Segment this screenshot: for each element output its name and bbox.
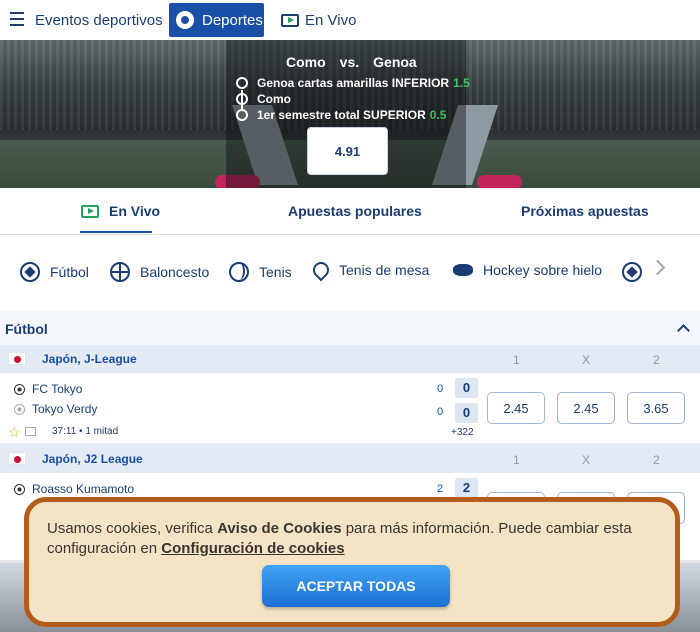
basketball-icon [110, 262, 130, 282]
more-markets-link[interactable]: +322 [451, 427, 474, 438]
banner-match-title: Como vs. Genoa [286, 54, 431, 70]
soccer-ball-icon [20, 262, 40, 282]
tab-en-vivo[interactable]: En Vivo [81, 203, 160, 219]
sport-label: Tenis [259, 264, 292, 280]
top-navigation: Eventos deportivos Deportes En Vivo [0, 0, 700, 40]
soccer-ball-icon [14, 483, 25, 495]
sport-tenis[interactable]: Tenis [229, 262, 292, 282]
team-name: FC Tokyo [32, 382, 83, 396]
team-name: Tokyo Verdy [32, 402, 98, 416]
banner-selection: Genoa cartas amarillas INFERIOR 1.5 [236, 76, 470, 90]
home-score: 2 [437, 483, 444, 495]
column-1-label: 1 [513, 453, 520, 467]
cookie-banner: Usamos cookies, verifica Aviso de Cookie… [24, 497, 680, 627]
match-time: 37:11 • 1 mitad [52, 426, 119, 437]
section-title: Fútbol [5, 321, 48, 337]
tab-proximas-apuestas[interactable]: Próximas apuestas [521, 203, 649, 219]
cookie-notice-link[interactable]: Aviso de Cookies [217, 520, 341, 537]
live-tv-icon [81, 204, 99, 218]
selection-text: Como [257, 92, 291, 106]
column-2-label: 2 [653, 353, 660, 367]
sport-section-header[interactable]: Fútbol [0, 311, 700, 346]
home-team: FC Tokyo [14, 382, 82, 396]
nav-deportes[interactable]: Deportes [169, 3, 264, 37]
bet-tabs: En Vivo Apuestas populares Próximas apue… [0, 188, 700, 234]
nav-deportes-label: Deportes [202, 11, 263, 29]
stats-icon[interactable] [25, 427, 36, 436]
sport-futbol[interactable]: Fútbol [20, 262, 89, 282]
sport-tenis-de-mesa[interactable]: Tenis de mesa [309, 258, 430, 282]
banner-vs: vs. [339, 54, 360, 70]
cookie-message: Usamos cookies, verifica Aviso de Cookie… [47, 519, 667, 559]
hockey-puck-icon [453, 264, 473, 276]
home-team: Roasso Kumamoto [14, 482, 134, 496]
nav-en-vivo[interactable]: En Vivo [281, 3, 356, 37]
tennis-ball-icon [229, 262, 249, 282]
banner-total-odds-button[interactable]: 4.91 [307, 127, 388, 175]
nav-en-vivo-label: En Vivo [305, 11, 357, 29]
table-tennis-icon [309, 258, 333, 282]
banner-home-team: Como [286, 54, 326, 70]
soccer-ball-icon [176, 11, 194, 29]
sport-label: Tenis de mesa [339, 262, 430, 278]
league-name[interactable]: Japón, J2 League [42, 452, 143, 466]
selection-text: Genoa cartas amarillas INFERIOR [257, 76, 450, 90]
odd-button-x[interactable]: 2.45 [557, 392, 615, 424]
column-1-label: 1 [513, 353, 520, 367]
japan-flag-icon [8, 352, 26, 365]
sport-more[interactable] [622, 262, 652, 282]
nav-eventos-deportivos[interactable]: Eventos deportivos [35, 3, 163, 37]
column-x-label: X [582, 453, 591, 467]
league-name[interactable]: Japón, J-League [42, 352, 137, 366]
odd-button-1[interactable]: 2.45 [487, 392, 545, 424]
tab-apuestas-populares[interactable]: Apuestas populares [288, 203, 422, 219]
sports-filter: Fútbol Baloncesto Tenis Tenis de mesa Ho… [0, 234, 700, 311]
cookie-settings-link[interactable]: Configuración de cookies [161, 540, 344, 557]
odd-button-2[interactable]: 3.65 [627, 392, 685, 424]
tab-en-vivo-label: En Vivo [109, 203, 161, 219]
soccer-ball-icon [622, 262, 642, 282]
selection-odd: 0.5 [429, 108, 447, 122]
home-score: 0 [437, 383, 444, 395]
cookie-text: Usamos cookies, verifica [47, 520, 218, 537]
selection-text: 1er semestre total SUPERIOR [257, 108, 426, 122]
away-score-box: 0 [455, 403, 478, 423]
selection-dot-icon [236, 109, 248, 121]
chevron-up-icon[interactable] [677, 324, 690, 337]
favorite-star-icon[interactable]: ☆ [8, 424, 21, 441]
active-tab-underline [80, 231, 152, 233]
team-name: Roasso Kumamoto [32, 482, 135, 496]
column-x-label: X [582, 353, 591, 367]
away-team: Tokyo Verdy [14, 402, 97, 416]
banner-away-team: Genoa [373, 54, 417, 70]
away-score: 0 [437, 406, 444, 418]
home-score-box: 2 [455, 478, 478, 498]
accept-all-button[interactable]: ACEPTAR TODAS [262, 565, 450, 607]
banner-selection: 1er semestre total SUPERIOR 0.5 [236, 108, 446, 122]
selection-odd: 1.5 [453, 76, 470, 90]
live-tv-icon [281, 13, 299, 27]
home-score-box: 0 [455, 378, 478, 398]
soccer-ball-icon [14, 403, 25, 415]
selection-dot-icon [236, 93, 248, 105]
sport-label: Hockey sobre hielo [483, 262, 603, 278]
sport-label: Baloncesto [140, 264, 210, 280]
league-header: Japón, J-League 1 X 2 [0, 345, 700, 373]
sport-baloncesto[interactable]: Baloncesto [110, 262, 209, 282]
league-header: Japón, J2 League 1 X 2 [0, 445, 700, 473]
sport-hockey[interactable]: Hockey sobre hielo [453, 262, 602, 278]
selection-dot-icon [236, 77, 248, 89]
menu-icon[interactable] [10, 12, 24, 30]
sport-label: Fútbol [50, 264, 89, 280]
banner-selection: Como [236, 92, 291, 106]
match-row[interactable]: FC Tokyo Tokyo Verdy 0 0 0 0 ☆ 37:11 • 1… [0, 373, 700, 443]
soccer-ball-icon [14, 383, 25, 395]
column-2-label: 2 [653, 453, 660, 467]
japan-flag-icon [8, 452, 26, 465]
